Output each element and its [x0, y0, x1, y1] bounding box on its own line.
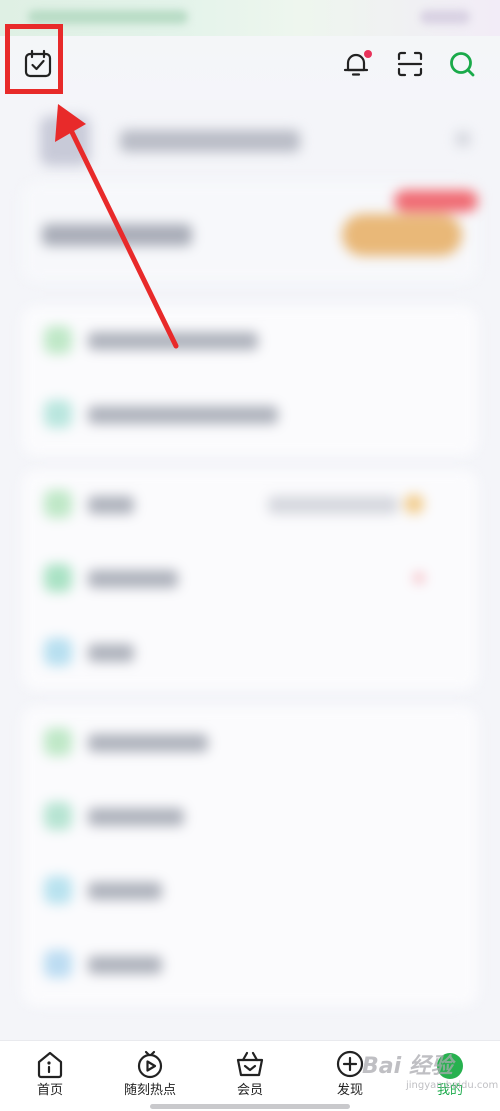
- list-item[interactable]: [40, 482, 460, 526]
- username-blurred: [120, 130, 300, 152]
- status-bar-right-blurred: [420, 10, 470, 24]
- list-item-text-blurred: [88, 808, 184, 826]
- red-dot-icon: [414, 573, 424, 583]
- status-bar: [0, 0, 500, 36]
- list-item-icon: [44, 400, 72, 428]
- tab-home-label: 首页: [36, 1083, 63, 1098]
- crown-basket-icon: [233, 1047, 267, 1081]
- avatar: [40, 116, 90, 166]
- home-icon: [33, 1047, 67, 1081]
- list-item-extra-blurred: [268, 496, 398, 514]
- list-item-text-blurred: [88, 644, 134, 662]
- promo-button[interactable]: [342, 214, 462, 256]
- watermark-main: Bai 经验: [362, 1054, 453, 1079]
- list-item[interactable]: [40, 868, 460, 912]
- tab-hot-label: 随刻热点: [123, 1083, 176, 1098]
- menu-card-3: [22, 706, 478, 1006]
- home-indicator: [150, 1104, 350, 1109]
- list-item-icon: [44, 638, 72, 666]
- list-item-icon: [44, 490, 72, 518]
- annotation-highlight-box: [5, 24, 63, 94]
- list-item-icon: [44, 326, 72, 354]
- tab-vip[interactable]: 会员: [210, 1047, 290, 1109]
- baidu-jingyan-watermark: Bai 经验 jingyan.baidu.com: [362, 1054, 498, 1102]
- search-button[interactable]: [444, 48, 480, 84]
- menu-card-2: [22, 470, 478, 690]
- list-item[interactable]: [40, 794, 460, 838]
- profile-header[interactable]: [40, 112, 480, 172]
- play-circle-icon: [133, 1047, 167, 1081]
- top-bar: [0, 36, 500, 100]
- list-item-icon: [44, 564, 72, 592]
- list-item-icon: [44, 876, 72, 904]
- scan-icon: [395, 49, 425, 83]
- tab-vip-label: 会员: [236, 1083, 263, 1098]
- tab-home[interactable]: 首页: [10, 1047, 90, 1109]
- list-item-icon: [44, 950, 72, 978]
- tab-hot[interactable]: 随刻热点: [110, 1047, 190, 1109]
- list-item-icon: [44, 802, 72, 830]
- list-item-text-blurred: [88, 570, 178, 588]
- menu-card-1: [22, 306, 478, 456]
- list-item[interactable]: [40, 392, 460, 436]
- notification-dot: [364, 50, 372, 58]
- status-bar-left-blurred: [28, 10, 188, 24]
- coin-icon: [404, 494, 424, 514]
- list-item-icon: [44, 728, 72, 756]
- screen: 首页 随刻热点 会员 发现 我的 Bai 经验 jingyan.baidu.co…: [0, 0, 500, 1111]
- list-item[interactable]: [40, 942, 460, 986]
- list-item[interactable]: [40, 630, 460, 674]
- list-item-text-blurred: [88, 496, 134, 514]
- scan-button[interactable]: [392, 48, 428, 84]
- promo-tag: [394, 190, 478, 212]
- list-item-text-blurred: [88, 332, 258, 350]
- vip-promo-banner[interactable]: [22, 182, 478, 282]
- notification-button[interactable]: [338, 48, 374, 84]
- tab-discover-label: 发现: [336, 1083, 363, 1098]
- list-item-text-blurred: [88, 882, 162, 900]
- list-item[interactable]: [40, 318, 460, 362]
- list-item-text-blurred: [88, 734, 208, 752]
- watermark-sub: jingyan.baidu.com: [406, 1080, 499, 1091]
- list-item-text-blurred: [88, 406, 278, 424]
- search-icon: [447, 49, 477, 83]
- chevron-right-icon: [456, 132, 470, 146]
- list-item[interactable]: [40, 556, 460, 600]
- promo-text-blurred: [42, 224, 192, 246]
- list-item[interactable]: [40, 720, 460, 764]
- list-item-text-blurred: [88, 956, 162, 974]
